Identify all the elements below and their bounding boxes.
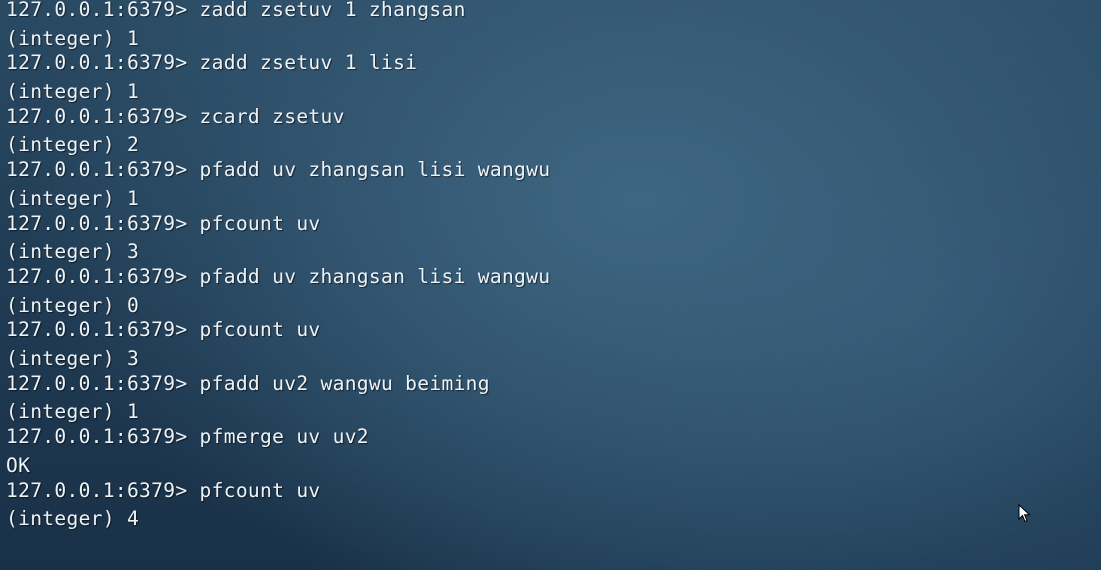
prompt: 127.0.0.1:6379> <box>6 318 200 342</box>
command-text: zcard zsetuv <box>199 104 345 128</box>
command-line: 127.0.0.1:6379> pfcount uv <box>6 316 1101 345</box>
command-text: zadd zsetuv 1 zhangsan <box>199 0 466 21</box>
command-text: pfadd uv2 wangwu beiming <box>199 371 490 395</box>
command-line: 127.0.0.1:6379> zadd zsetuv 1 zhangsan <box>6 0 1101 25</box>
command-line: 127.0.0.1:6379> pfadd uv zhangsan lisi w… <box>6 263 1101 292</box>
terminal-entry: 127.0.0.1:6379> zadd zsetuv 1 zhangsan (… <box>6 0 1101 53</box>
terminal-entry: 127.0.0.1:6379> pfadd uv2 wangwu beiming… <box>6 370 1101 427</box>
prompt: 127.0.0.1:6379> <box>6 478 200 502</box>
prompt: 127.0.0.1:6379> <box>6 158 200 182</box>
command-text: pfcount uv <box>199 318 321 342</box>
terminal-entry: 127.0.0.1:6379> pfadd uv zhangsan lisi w… <box>6 263 1101 320</box>
command-text: pfcount uv <box>199 211 321 235</box>
command-text: zadd zsetuv 1 lisi <box>199 51 418 75</box>
command-line: 127.0.0.1:6379> zcard zsetuv <box>6 103 1101 132</box>
terminal-entry: 127.0.0.1:6379> zcard zsetuv (integer) 2 <box>6 103 1101 160</box>
terminal-entry: 127.0.0.1:6379> zadd zsetuv 1 lisi (inte… <box>6 49 1101 106</box>
prompt: 127.0.0.1:6379> <box>6 211 200 235</box>
command-text: pfcount uv <box>199 478 321 502</box>
command-output: (integer) 4 <box>6 507 140 531</box>
command-line: 127.0.0.1:6379> pfadd uv2 wangwu beiming <box>6 370 1101 399</box>
command-line: 127.0.0.1:6379> pfcount uv <box>6 210 1101 239</box>
command-line: 127.0.0.1:6379> pfadd uv zhangsan lisi w… <box>6 156 1101 185</box>
mouse-pointer-icon <box>1018 504 1031 523</box>
terminal-entry: 127.0.0.1:6379> pfadd uv zhangsan lisi w… <box>6 156 1101 213</box>
prompt: 127.0.0.1:6379> <box>6 264 200 288</box>
command-line: 127.0.0.1:6379> pfcount uv <box>6 477 1101 506</box>
command-line: 127.0.0.1:6379> pfmerge uv uv2 <box>6 423 1101 452</box>
command-text: pfmerge uv uv2 <box>199 425 369 449</box>
terminal-entry: 127.0.0.1:6379> pfcount uv (integer) 3 <box>6 316 1101 373</box>
prompt: 127.0.0.1:6379> <box>6 371 200 395</box>
terminal-entry: 127.0.0.1:6379> pfcount uv (integer) 4 <box>6 477 1101 534</box>
prompt: 127.0.0.1:6379> <box>6 425 200 449</box>
command-line: 127.0.0.1:6379> zadd zsetuv 1 lisi <box>6 49 1101 78</box>
terminal-entry: 127.0.0.1:6379> pfmerge uv uv2 OK <box>6 423 1101 480</box>
prompt: 127.0.0.1:6379> <box>6 51 200 75</box>
command-text: pfadd uv zhangsan lisi wangwu <box>199 264 551 288</box>
prompt: 127.0.0.1:6379> <box>6 0 200 21</box>
terminal-entry: 127.0.0.1:6379> pfcount uv (integer) 3 <box>6 210 1101 267</box>
prompt: 127.0.0.1:6379> <box>6 104 200 128</box>
command-text: pfadd uv zhangsan lisi wangwu <box>199 158 551 182</box>
terminal-window[interactable]: 127.0.0.1:6379> zadd zsetuv 1 zhangsan (… <box>0 0 1101 570</box>
